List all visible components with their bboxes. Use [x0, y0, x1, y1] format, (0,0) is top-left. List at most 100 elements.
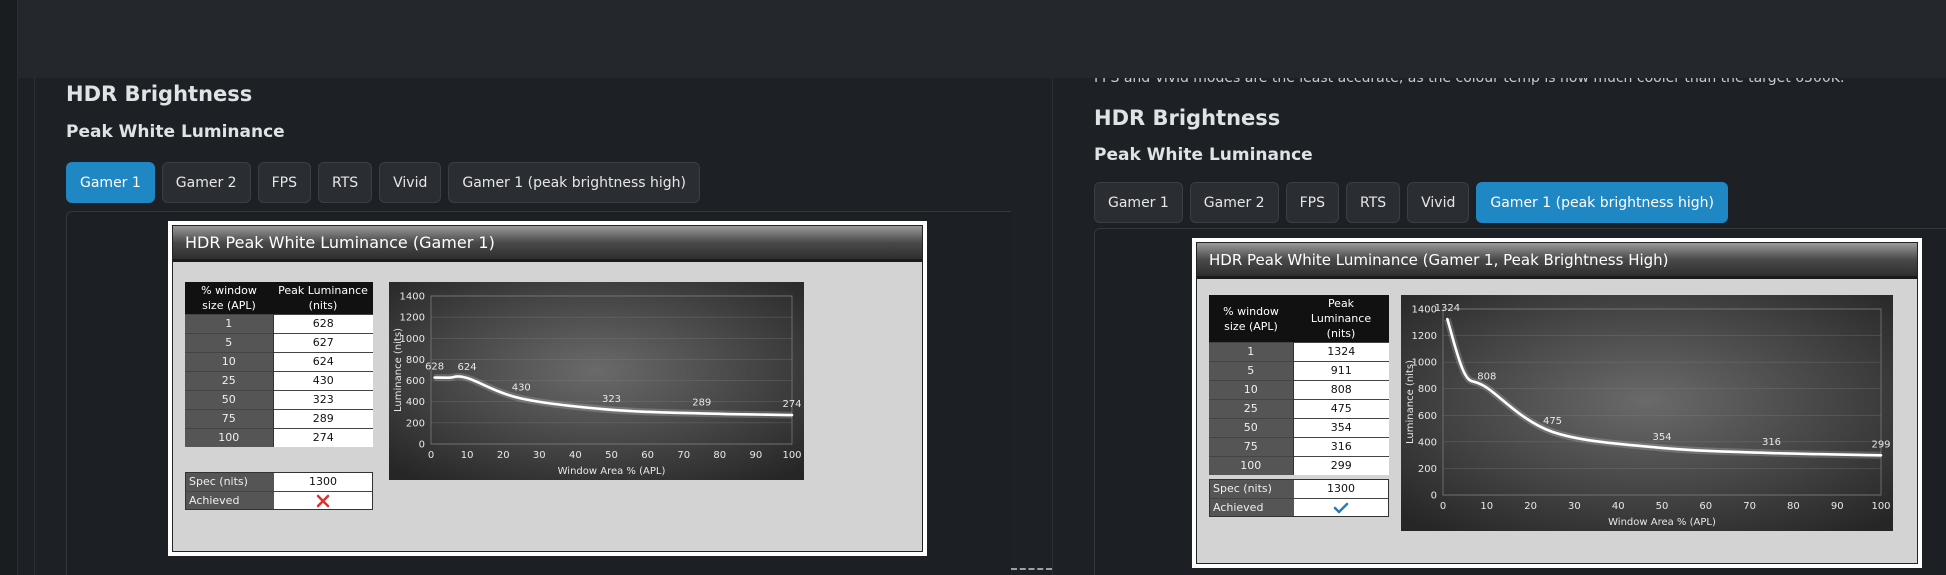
- luminance-chart: 02004006008001000120014000 10 20 30 40 50 60 70…: [1401, 295, 1893, 531]
- tab-fps[interactable]: FPS: [257, 162, 311, 203]
- data-label: 624: [458, 362, 477, 373]
- section-heading: HDR Brightness: [1094, 106, 1281, 130]
- x-tick-label: 40: [569, 450, 582, 461]
- data-label: 323: [602, 394, 621, 405]
- data-label: 475: [1543, 416, 1562, 427]
- table-row: 10 624: [185, 352, 373, 372]
- x-tick-label: 60: [1699, 501, 1712, 512]
- tab-gamer-2[interactable]: Gamer 2: [161, 162, 251, 203]
- table-row: 5 911: [1209, 361, 1389, 381]
- x-tick-label: 0: [1440, 501, 1446, 512]
- table-row: 1 628: [185, 314, 373, 334]
- tab-gamer-1-peak-high[interactable]: Gamer 1 (peak brightness high): [448, 162, 701, 203]
- red-cross-icon: [316, 494, 330, 508]
- luminance-figure: HDR Peak White Luminance (Gamer 1) % win…: [168, 221, 927, 556]
- y-tick-label: 1400: [400, 292, 425, 303]
- tab-gamer-1[interactable]: Gamer 1: [1094, 182, 1183, 223]
- data-label: 316: [1762, 437, 1781, 448]
- data-label: 354: [1652, 432, 1671, 443]
- tab-vivid[interactable]: Vivid: [379, 162, 442, 203]
- tab-gamer-2[interactable]: Gamer 2: [1189, 182, 1279, 223]
- spec-label: Spec (nits): [186, 473, 274, 491]
- col-header-luminance: Peak Luminance (nits): [273, 282, 373, 315]
- x-tick-label: 90: [750, 450, 763, 461]
- x-tick-label: 90: [1831, 501, 1844, 512]
- y-tick-label: 400: [1418, 437, 1437, 448]
- mode-tabs: Gamer 1 Gamer 2 FPS RTS Vivid Gamer 1 (p…: [66, 162, 701, 203]
- figure-title: HDR Peak White Luminance (Gamer 1): [173, 226, 922, 262]
- achieved-label: Achieved: [186, 492, 274, 509]
- table-row: 25 430: [185, 371, 373, 391]
- article-panel-right: FPS and Vivid modes are the least accura…: [1052, 78, 1946, 575]
- y-tick-label: 1200: [400, 313, 425, 324]
- spec-label: Spec (nits): [1210, 480, 1294, 498]
- data-label: 274: [782, 399, 801, 410]
- y-tick-label: 600: [406, 376, 425, 387]
- luminance-table: % window size (APL) Peak Luminance (nits…: [1209, 295, 1389, 475]
- luminance-table: % window size (APL) Peak Luminance (nits…: [185, 282, 373, 447]
- x-tick-label: 10: [461, 450, 474, 461]
- y-axis-label: Luminance (nits): [393, 328, 404, 412]
- table-row: 50 323: [185, 390, 373, 410]
- x-tick-label: 0: [428, 450, 434, 461]
- achieved-label: Achieved: [1210, 499, 1294, 516]
- x-tick-label: 10: [1480, 501, 1493, 512]
- data-label: 808: [1477, 372, 1496, 383]
- checkmark-icon: [1333, 502, 1349, 514]
- table-row: 100 274: [185, 428, 373, 447]
- top-toolbar: [0, 0, 1946, 78]
- y-tick-label: 800: [1418, 384, 1437, 395]
- data-label: 628: [425, 362, 444, 373]
- section-heading: HDR Brightness: [66, 82, 253, 106]
- table-row: 1 1324: [1209, 342, 1389, 362]
- table-row: 75 289: [185, 409, 373, 429]
- y-tick-label: 1400: [1412, 305, 1437, 316]
- data-label: 1324: [1435, 303, 1460, 314]
- article-panel-left: HDR Brightness Peak White Luminance Game…: [34, 78, 1011, 575]
- y-axis-label: Luminance (nits): [1405, 360, 1416, 444]
- x-tick-label: 50: [605, 450, 618, 461]
- x-tick-label: 70: [1743, 501, 1756, 512]
- left-gutter: [0, 0, 18, 575]
- x-tick-label: 80: [1787, 501, 1800, 512]
- section-subheading: Peak White Luminance: [1094, 145, 1313, 165]
- tab-gamer-1-peak-high[interactable]: Gamer 1 (peak brightness high): [1476, 182, 1729, 223]
- y-tick-label: 800: [406, 355, 425, 366]
- previous-paragraph: FPS and Vivid modes are the least accura…: [1094, 78, 1845, 86]
- x-tick-label: 20: [1524, 501, 1537, 512]
- x-tick-label: 100: [782, 450, 801, 461]
- x-tick-label: 100: [1871, 501, 1890, 512]
- table-row: 75 316: [1209, 437, 1389, 457]
- col-header-window: % window size (APL): [185, 282, 273, 315]
- x-tick-label: 30: [1568, 501, 1581, 512]
- spec-value: 1300: [274, 473, 372, 491]
- x-tick-label: 40: [1612, 501, 1625, 512]
- x-axis-label: Window Area % (APL): [1608, 517, 1716, 528]
- data-label: 430: [512, 383, 531, 394]
- tab-vivid[interactable]: Vivid: [1407, 182, 1470, 223]
- y-tick-label: 200: [1418, 464, 1437, 475]
- col-header-luminance: Peak Luminance (nits): [1293, 295, 1389, 343]
- spec-value: 1300: [1294, 480, 1388, 498]
- x-tick-label: 20: [497, 450, 510, 461]
- tab-rts[interactable]: RTS: [1345, 182, 1401, 223]
- col-header-window: % window size (APL): [1209, 295, 1293, 343]
- tab-fps[interactable]: FPS: [1285, 182, 1339, 223]
- x-tick-label: 50: [1656, 501, 1669, 512]
- mode-tabs: Gamer 1 Gamer 2 FPS RTS Vivid Gamer 1 (p…: [1094, 182, 1729, 223]
- table-row: 25 475: [1209, 399, 1389, 419]
- spec-box: Spec (nits) 1300 Achieved: [1209, 479, 1389, 517]
- table-row: 100 299: [1209, 456, 1389, 475]
- x-tick-label: 60: [641, 450, 654, 461]
- chart-background: [1401, 295, 1893, 531]
- luminance-chart: 02004006008001000120014000 10 20 30 40 50 60 70…: [389, 282, 804, 480]
- table-row: 10 808: [1209, 380, 1389, 400]
- table-row: 50 354: [1209, 418, 1389, 438]
- tab-gamer-1[interactable]: Gamer 1: [66, 162, 155, 203]
- tab-content: HDR Peak White Luminance (Gamer 1, Peak …: [1094, 228, 1946, 575]
- y-tick-label: 600: [1418, 411, 1437, 422]
- section-subheading: Peak White Luminance: [66, 122, 285, 142]
- x-tick-label: 80: [713, 450, 726, 461]
- tab-rts[interactable]: RTS: [317, 162, 373, 203]
- y-tick-label: 400: [406, 397, 425, 408]
